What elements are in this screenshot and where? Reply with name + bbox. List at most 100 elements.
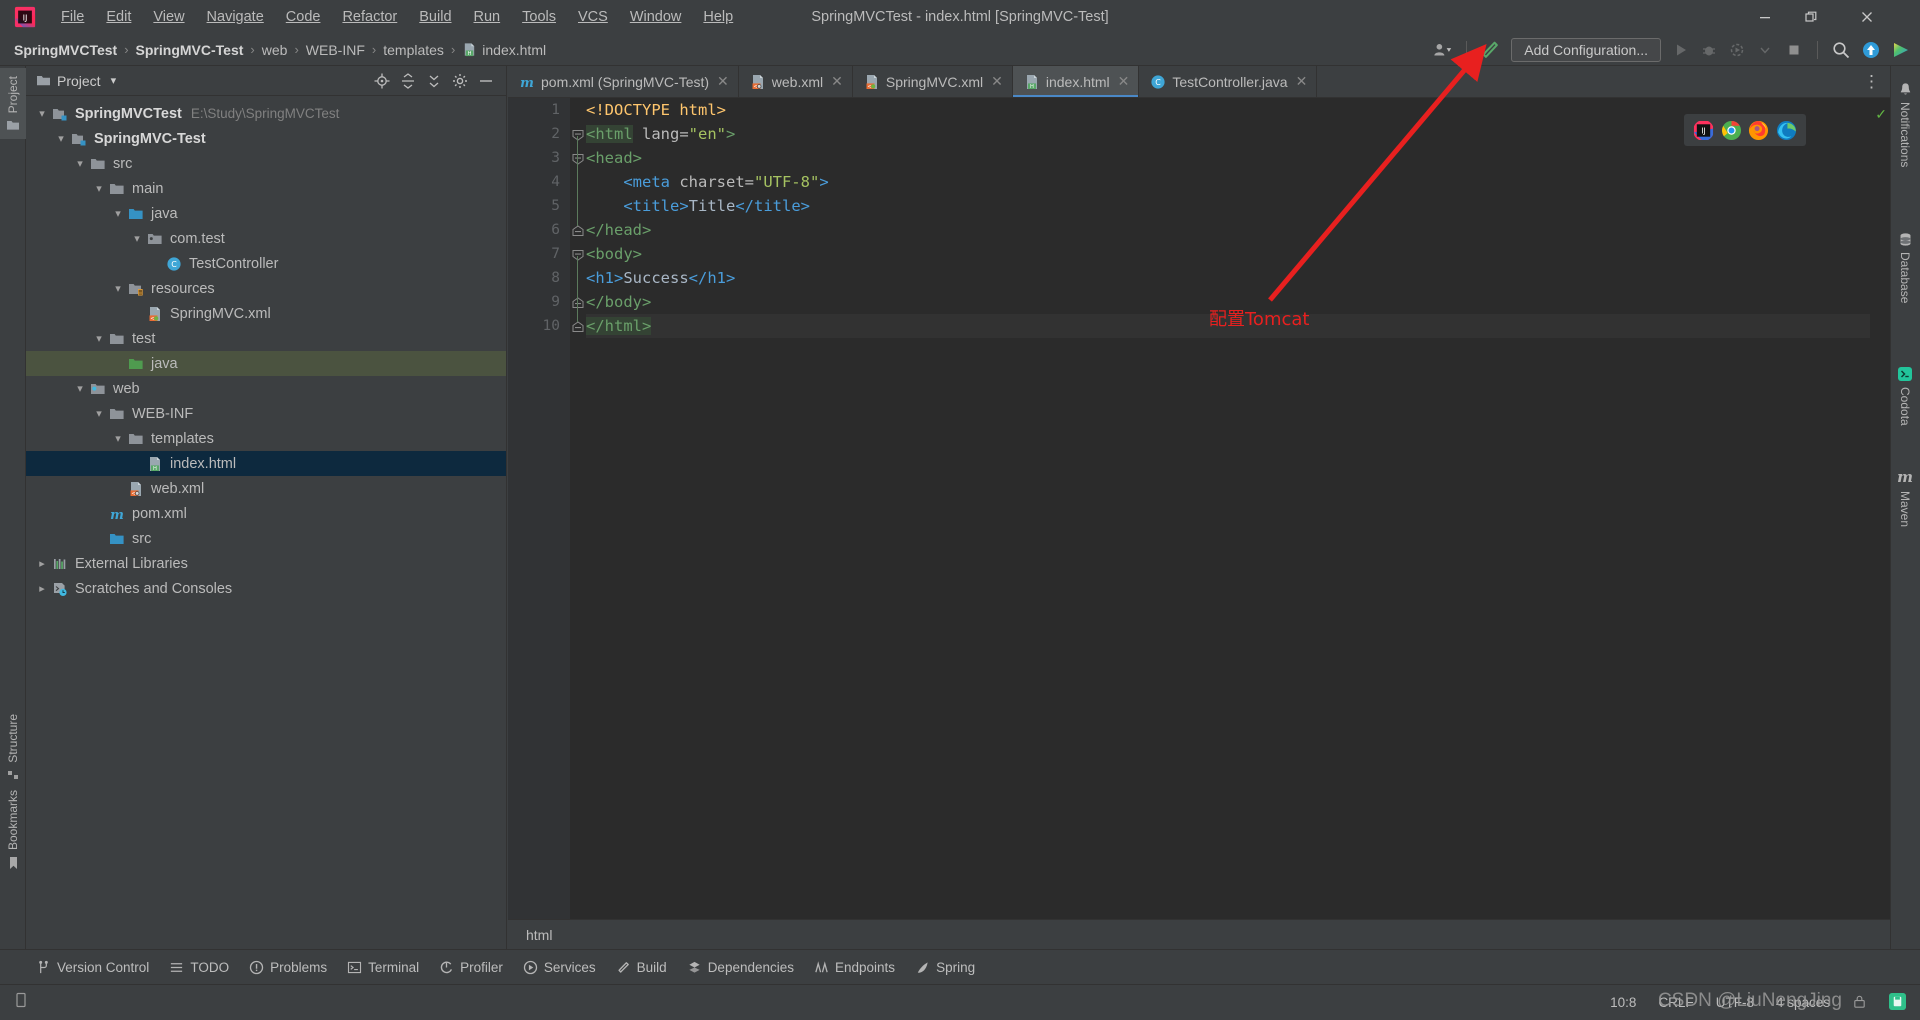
sidebar-item-maven[interactable]: m Maven xyxy=(1890,468,1920,527)
chevron-down-icon[interactable]: ▾ xyxy=(72,382,88,395)
editor-tab-testcontroller-java[interactable]: C TestController.java ✕ xyxy=(1139,66,1318,97)
hide-panel-icon[interactable] xyxy=(478,73,494,89)
build-project-button[interactable] xyxy=(1477,38,1503,62)
breadcrumb-templates[interactable]: templates xyxy=(383,42,444,58)
tool-window-button-todo[interactable]: TODO xyxy=(169,960,229,975)
close-button[interactable] xyxy=(1844,0,1890,34)
debug-button[interactable] xyxy=(1697,38,1721,62)
fold-expand-icon[interactable] xyxy=(572,224,584,236)
tool-window-button-endpoints[interactable]: Endpoints xyxy=(814,960,895,975)
tree-item-src[interactable]: ▾ src xyxy=(26,151,506,176)
minimize-button[interactable] xyxy=(1742,0,1788,34)
tree-item-java[interactable]: ▾ java xyxy=(26,201,506,226)
menu-help[interactable]: Help xyxy=(692,6,744,28)
fold-collapse-icon[interactable] xyxy=(572,248,584,261)
menu-tools[interactable]: Tools xyxy=(511,6,567,28)
editor-tab-web-xml[interactable]: < web.xml ✕ xyxy=(739,66,853,97)
tree-item-web-xml[interactable]: < web.xml xyxy=(26,476,506,501)
menu-build[interactable]: Build xyxy=(408,6,462,28)
chrome-browser-icon[interactable] xyxy=(1721,120,1742,141)
close-tab-icon[interactable]: ✕ xyxy=(1296,73,1308,90)
idea-plugin-button[interactable] xyxy=(1888,38,1914,62)
caret-position-status[interactable]: 10:8 xyxy=(1610,995,1636,1010)
chevron-down-icon[interactable]: ▾ xyxy=(91,182,107,195)
sidebar-item-codota[interactable]: Codota xyxy=(1890,366,1920,426)
run-button[interactable] xyxy=(1669,38,1693,62)
breadcrumb-webinf[interactable]: WEB-INF xyxy=(306,42,365,58)
sidebar-item-database[interactable]: Database xyxy=(1890,232,1920,303)
firefox-browser-icon[interactable] xyxy=(1748,120,1769,141)
run-with-coverage-button[interactable] xyxy=(1725,38,1749,62)
chevron-down-icon[interactable]: ▾ xyxy=(91,332,107,345)
tree-item-springmvctest[interactable]: ▾ SpringMVCTest E:\Study\SpringMVCTest xyxy=(26,101,506,126)
editor-markup-gutter[interactable]: ✓ xyxy=(1870,98,1890,919)
tool-window-button-dependencies[interactable]: Dependencies xyxy=(687,960,794,975)
event-log-button[interactable] xyxy=(0,992,28,1013)
project-tree[interactable]: ▾ SpringMVCTest E:\Study\SpringMVCTest ▾ Spr… xyxy=(26,97,506,949)
chevron-right-icon[interactable]: ▸ xyxy=(34,557,50,570)
breadcrumb-project[interactable]: SpringMVCTest xyxy=(14,42,117,58)
tree-item-com-test[interactable]: ▾ com.test xyxy=(26,226,506,251)
close-tab-icon[interactable]: ✕ xyxy=(831,73,843,90)
tree-item-springmvc-test[interactable]: ▾ SpringMVC-Test xyxy=(26,126,506,151)
editor-bottom-breadcrumb[interactable]: html xyxy=(508,919,1890,949)
chevron-down-icon[interactable]: ▾ xyxy=(34,107,50,120)
chevron-down-icon[interactable]: ▾ xyxy=(110,432,126,445)
menu-run[interactable]: Run xyxy=(463,6,512,28)
open-in-browser-popup[interactable]: IJ xyxy=(1684,114,1806,146)
menu-edit[interactable]: Edit xyxy=(95,6,142,28)
tool-window-button-version-control[interactable]: Version Control xyxy=(36,960,149,975)
close-tab-icon[interactable]: ✕ xyxy=(991,73,1003,90)
code-editor[interactable]: 1 2 3 4 5 6 7 8 9 10 <!DOCTYPE html> <html lang="e… xyxy=(508,98,1890,919)
tool-window-button-terminal[interactable]: Terminal xyxy=(347,960,419,975)
menu-code[interactable]: Code xyxy=(275,6,332,28)
tree-item-web[interactable]: ▾ web xyxy=(26,376,506,401)
tree-item-java[interactable]: java xyxy=(26,351,506,376)
menu-navigate[interactable]: Navigate xyxy=(196,6,275,28)
sidebar-item-notifications[interactable]: Notifications xyxy=(1890,82,1920,167)
stop-button[interactable] xyxy=(1781,38,1807,62)
tool-window-button-build[interactable]: Build xyxy=(616,960,667,975)
chevron-down-icon[interactable]: ▾ xyxy=(110,282,126,295)
green-app-status-icon[interactable] xyxy=(1889,992,1906,1013)
tree-item-springmvc-xml[interactable]: < SpringMVC.xml xyxy=(26,301,506,326)
locate-file-icon[interactable] xyxy=(374,73,390,89)
tree-item-src[interactable]: src xyxy=(26,526,506,551)
menu-vcs[interactable]: VCS xyxy=(567,6,619,28)
fold-expand-icon[interactable] xyxy=(572,296,584,308)
code-content[interactable]: <!DOCTYPE html> <html lang="en"> <head> <m… xyxy=(586,98,1890,919)
tool-window-button-spring[interactable]: Spring xyxy=(915,960,975,975)
tree-item-pom-xml[interactable]: m pom.xml xyxy=(26,501,506,526)
chevron-down-icon[interactable]: ▾ xyxy=(91,407,107,420)
tree-item-web-inf[interactable]: ▾ WEB-INF xyxy=(26,401,506,426)
tree-item-external-libraries[interactable]: ▸ External Libraries xyxy=(26,551,506,576)
tree-item-index-html[interactable]: Hindex.html xyxy=(26,451,506,476)
editor-tab-springmvc-xml[interactable]: < SpringMVC.xml ✕ xyxy=(853,66,1013,97)
gear-settings-icon[interactable] xyxy=(452,73,468,89)
close-tab-icon[interactable]: ✕ xyxy=(717,73,729,90)
edge-browser-icon[interactable] xyxy=(1776,120,1797,141)
close-tab-icon[interactable]: ✕ xyxy=(1118,73,1130,90)
breadcrumb-web[interactable]: web xyxy=(262,42,288,58)
sidebar-item-structure[interactable]: Structure xyxy=(0,706,26,790)
collapse-all-icon[interactable] xyxy=(400,72,416,89)
chevron-down-icon[interactable]: ▾ xyxy=(72,157,88,170)
sidebar-item-bookmarks[interactable]: Bookmarks xyxy=(0,782,26,879)
tool-window-bar[interactable]: Version Control TODO Problems Terminal Profi… xyxy=(0,949,1920,984)
chevron-right-icon[interactable]: ▸ xyxy=(34,582,50,595)
update-project-button[interactable] xyxy=(1858,38,1884,62)
project-view-dropdown[interactable]: ▾ xyxy=(111,74,117,87)
expand-all-icon[interactable] xyxy=(426,73,442,89)
tree-item-templates[interactable]: ▾ templates xyxy=(26,426,506,451)
tree-item-test[interactable]: ▾ test xyxy=(26,326,506,351)
editor-tabs-more-button[interactable]: ⋮ xyxy=(1853,66,1890,97)
tree-item-testcontroller[interactable]: C TestController xyxy=(26,251,506,276)
menu-file[interactable]: File xyxy=(50,6,95,28)
user-avatar-button[interactable] xyxy=(1430,38,1456,62)
menu-refactor[interactable]: Refactor xyxy=(331,6,408,28)
intellij-browser-icon[interactable]: IJ xyxy=(1693,120,1714,141)
fold-collapse-icon[interactable] xyxy=(572,152,584,165)
add-configuration-button[interactable]: Add Configuration... xyxy=(1511,38,1661,62)
search-everywhere-button[interactable] xyxy=(1828,38,1854,62)
breadcrumb-index-html[interactable]: H index.html xyxy=(462,42,546,58)
